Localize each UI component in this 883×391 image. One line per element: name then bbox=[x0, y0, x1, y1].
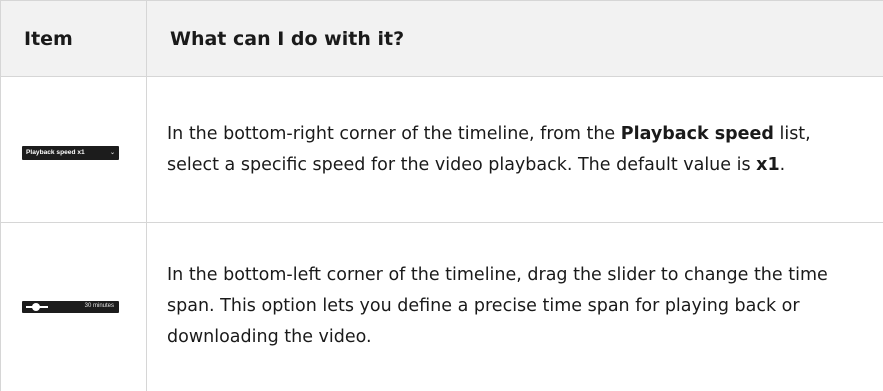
description-text: In the bottom-right corner of the timeli… bbox=[167, 124, 621, 144]
column-header-description: What can I do with it? bbox=[147, 1, 883, 77]
slider-thumb[interactable] bbox=[32, 303, 40, 311]
chevron-down-icon: ⌄ bbox=[110, 149, 115, 156]
row-description: In the bottom-left corner of the timelin… bbox=[167, 260, 863, 353]
playback-speed-label: Playback speed x1 bbox=[26, 149, 85, 156]
description-text: . bbox=[780, 155, 786, 175]
table-row: Playback speed x1 ⌄ In the bottom-right … bbox=[1, 77, 883, 223]
description-cell: In the bottom-right corner of the timeli… bbox=[147, 77, 883, 223]
description-cell: In the bottom-left corner of the timelin… bbox=[147, 223, 883, 391]
time-span-label: 30 minutes bbox=[85, 303, 114, 309]
description-bold-term: Playback speed bbox=[621, 124, 774, 144]
column-header-item: Item bbox=[1, 1, 147, 77]
table-row: 30 minutes In the bottom-left corner of … bbox=[1, 223, 883, 391]
items-table: Item What can I do with it? Playback spe… bbox=[0, 0, 883, 391]
playback-speed-dropdown[interactable]: Playback speed x1 ⌄ bbox=[22, 146, 119, 160]
description-bold-value: x1 bbox=[756, 155, 779, 175]
item-cell: 30 minutes bbox=[1, 223, 147, 391]
table-header-row: Item What can I do with it? bbox=[1, 1, 883, 77]
time-span-slider[interactable]: 30 minutes bbox=[22, 301, 119, 313]
item-cell: Playback speed x1 ⌄ bbox=[1, 77, 147, 223]
row-description: In the bottom-right corner of the timeli… bbox=[167, 119, 863, 181]
